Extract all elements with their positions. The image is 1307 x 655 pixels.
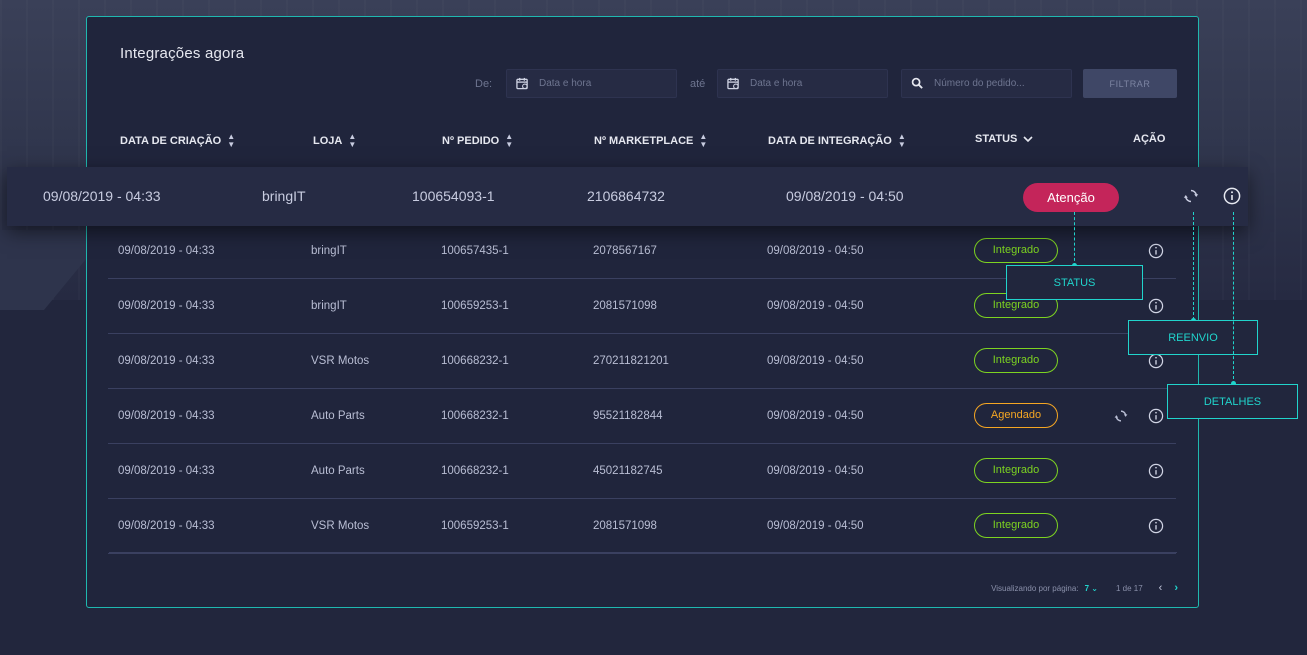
- cell-order: 100668232-1: [441, 410, 509, 422]
- info-icon[interactable]: [1148, 243, 1164, 259]
- cell-store: VSR Motos: [311, 520, 370, 532]
- sort-icon: ▲ ▼: [699, 132, 708, 149]
- info-icon[interactable]: [1148, 353, 1164, 369]
- cell-integration-date: 09/08/2019 - 04:50: [767, 520, 864, 532]
- calendar-icon: [727, 77, 739, 90]
- column-header-status[interactable]: STATUS: [975, 133, 1033, 145]
- refresh-icon[interactable]: [1113, 408, 1129, 424]
- table-row[interactable]: 09/08/2019 - 04:33 VSR Motos 100668232-1 27…: [108, 334, 1176, 389]
- cell-order: 100659253-1: [441, 520, 509, 532]
- filter-button[interactable]: FILTRAR: [1083, 69, 1177, 98]
- cell-store: bringIT: [311, 245, 347, 257]
- calendar-icon: [516, 77, 528, 90]
- cell-store: bringIT: [262, 188, 306, 204]
- cell-integration-date: 09/08/2019 - 04:50: [767, 245, 864, 257]
- status-callout-line: [1074, 212, 1075, 266]
- cell-order: 100668232-1: [441, 465, 509, 477]
- sort-icon: ▲ ▼: [348, 132, 357, 149]
- sort-icon: ▲ ▼: [897, 132, 906, 149]
- filter-bar: De: até: [87, 69, 1198, 99]
- status-badge: Agendado: [974, 403, 1058, 428]
- cell-store: Auto Parts: [311, 410, 365, 422]
- cell-order: 100668232-1: [441, 355, 509, 367]
- cell-order: 100657435-1: [441, 245, 509, 257]
- sort-icon: ▲ ▼: [505, 132, 514, 149]
- info-icon[interactable]: [1148, 408, 1164, 424]
- table-header: DATA DE CRIAÇÃO ▲ ▼ LOJA ▲ ▼ Nº PEDIDO ▲ ▼ Nº …: [87, 133, 1198, 153]
- cell-integration-date: 09/08/2019 - 04:50: [786, 188, 904, 204]
- table-row[interactable]: 09/08/2019 - 04:33 Auto Parts 100668232-1 9…: [108, 389, 1176, 444]
- cell-integration-date: 09/08/2019 - 04:50: [767, 355, 864, 367]
- table-row[interactable]: 09/08/2019 - 04:33 VSR Motos 100659253-1 20…: [108, 499, 1176, 554]
- cell-marketplace: 2106864732: [587, 188, 665, 204]
- order-search-field[interactable]: [901, 69, 1072, 98]
- cell-created: 09/08/2019 - 04:33: [118, 465, 215, 477]
- date-from-input[interactable]: [539, 70, 669, 97]
- cell-created: 09/08/2019 - 04:33: [118, 355, 215, 367]
- details-callout: DETALHES: [1167, 384, 1298, 419]
- date-from-field[interactable]: [506, 69, 677, 98]
- status-callout: STATUS: [1006, 265, 1143, 300]
- date-to-input[interactable]: [750, 70, 880, 97]
- order-search-input[interactable]: [934, 70, 1064, 97]
- cell-created: 09/08/2019 - 04:33: [118, 245, 215, 257]
- column-header-action: AÇÃO: [1133, 133, 1166, 145]
- cell-marketplace: 95521182844: [593, 410, 663, 422]
- cell-order: 100659253-1: [441, 300, 509, 312]
- table-row[interactable]: 09/08/2019 - 04:33 Auto Parts 100668232-1 4…: [108, 444, 1176, 499]
- cell-integration-date: 09/08/2019 - 04:50: [767, 465, 864, 477]
- per-page-select[interactable]: 7 ⌄: [1085, 584, 1098, 593]
- chevron-right-icon[interactable]: ›: [1174, 582, 1178, 594]
- chevron-left-icon[interactable]: ‹: [1159, 582, 1163, 594]
- cell-order: 100654093-1: [412, 188, 495, 204]
- cell-marketplace: 2081571098: [593, 300, 657, 312]
- date-to-field[interactable]: [717, 69, 888, 98]
- page-info: 1 de 17: [1115, 583, 1143, 593]
- status-badge: Integrado: [974, 348, 1058, 373]
- cell-marketplace: 270211821201: [593, 355, 669, 367]
- cell-store: bringIT: [311, 300, 347, 312]
- details-callout-line: [1233, 212, 1234, 384]
- resend-callout: REENVIO: [1128, 320, 1258, 355]
- from-label: De:: [475, 78, 493, 90]
- info-icon[interactable]: [1148, 518, 1164, 534]
- per-page-label: Visualizando por página:: [991, 583, 1079, 593]
- highlighted-row[interactable]: 09/08/2019 - 04:33 bringIT 100654093-1 2…: [7, 167, 1248, 226]
- cell-created: 09/08/2019 - 04:33: [43, 188, 161, 204]
- cell-integration-date: 09/08/2019 - 04:50: [767, 410, 864, 422]
- status-badge: Integrado: [974, 513, 1058, 538]
- info-icon[interactable]: [1223, 187, 1241, 205]
- status-badge: Atenção: [1023, 183, 1119, 212]
- cell-store: Auto Parts: [311, 465, 365, 477]
- cell-marketplace: 2081571098: [593, 520, 657, 532]
- column-header-marketplace[interactable]: Nº MARKETPLACE ▲ ▼: [594, 133, 707, 149]
- resend-callout-line: [1193, 212, 1194, 320]
- column-header-order[interactable]: Nº PEDIDO ▲ ▼: [442, 133, 513, 149]
- chevron-down-icon: [1023, 135, 1033, 142]
- pagination: Visualizando por página: 7 ⌄ 1 de 17 ‹ ›: [991, 582, 1178, 594]
- card-title: Integrações agora: [120, 45, 245, 62]
- status-badge: Integrado: [974, 458, 1058, 483]
- info-icon[interactable]: [1148, 463, 1164, 479]
- info-icon[interactable]: [1148, 298, 1164, 314]
- column-header-store[interactable]: LOJA ▲ ▼: [313, 133, 356, 149]
- search-icon: [911, 77, 923, 89]
- status-badge: Integrado: [974, 238, 1058, 263]
- cell-marketplace: 2078567167: [593, 245, 657, 257]
- cell-store: VSR Motos: [311, 355, 370, 367]
- column-header-integration-date[interactable]: DATA DE INTEGRAÇÃO ▲ ▼: [768, 133, 906, 149]
- cell-created: 09/08/2019 - 04:33: [118, 300, 215, 312]
- column-header-created[interactable]: DATA DE CRIAÇÃO ▲ ▼: [120, 133, 235, 149]
- sort-icon: ▲ ▼: [227, 132, 236, 149]
- cell-integration-date: 09/08/2019 - 04:50: [767, 300, 864, 312]
- cell-created: 09/08/2019 - 04:33: [118, 410, 215, 422]
- to-label: até: [690, 78, 706, 90]
- cell-created: 09/08/2019 - 04:33: [118, 520, 215, 532]
- refresh-icon[interactable]: [1182, 187, 1200, 205]
- cell-marketplace: 45021182745: [593, 465, 663, 477]
